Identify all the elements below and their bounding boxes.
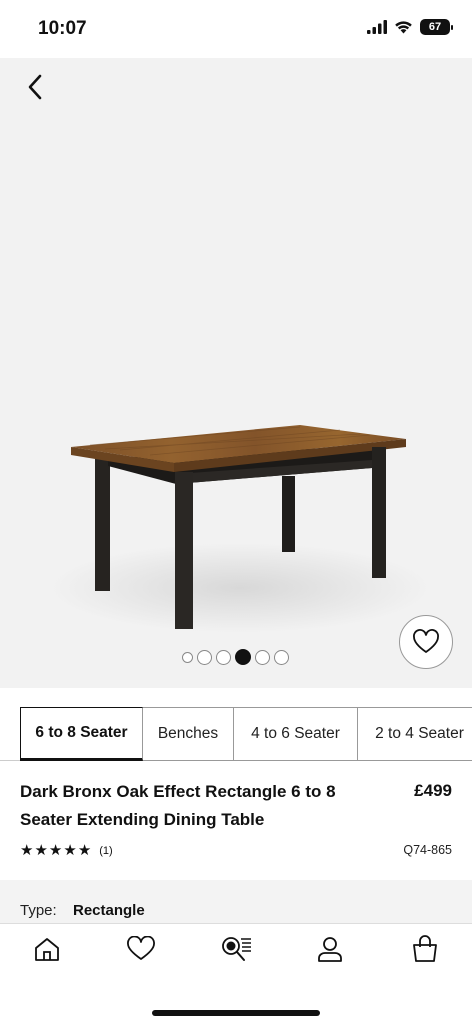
nav-wishlist[interactable] bbox=[124, 934, 158, 964]
gallery-dot[interactable] bbox=[216, 649, 231, 665]
heart-icon bbox=[127, 936, 155, 960]
chevron-left-icon bbox=[28, 74, 42, 100]
wifi-icon bbox=[395, 21, 412, 34]
gallery-dot[interactable] bbox=[182, 651, 193, 663]
home-icon bbox=[35, 938, 59, 961]
battery-icon: 67 bbox=[420, 19, 453, 35]
dining-table-image bbox=[50, 425, 430, 633]
product-title-line-1: Dark Bronx Oak Effect Rectangle 6 to 8 bbox=[20, 782, 336, 801]
product-title-line-2: Seater Extending Dining Table bbox=[20, 810, 265, 829]
gallery-dot-active[interactable] bbox=[235, 649, 251, 665]
variant-tabs: 6 to 8 Seater Benches 4 to 6 Seater 2 to… bbox=[20, 707, 472, 761]
nav-account[interactable] bbox=[313, 934, 347, 964]
gallery-dot[interactable] bbox=[197, 649, 212, 665]
nav-bag[interactable] bbox=[408, 934, 442, 964]
bottom-navigation bbox=[0, 923, 472, 1024]
tab-4-to-6-seater[interactable]: 4 to 6 Seater bbox=[234, 707, 358, 761]
star-icon: ★ bbox=[63, 842, 77, 859]
signal-icon bbox=[367, 20, 387, 34]
tab-6-to-8-seater[interactable]: 6 to 8 Seater bbox=[20, 707, 143, 761]
user-icon bbox=[318, 937, 342, 962]
product-details: Type: Rectangle bbox=[0, 880, 472, 924]
star-icon: ★ bbox=[48, 842, 63, 859]
search-list-icon bbox=[222, 937, 251, 961]
heart-icon bbox=[413, 629, 439, 653]
star-icon: ★ bbox=[77, 842, 92, 859]
product-gallery[interactable] bbox=[0, 58, 472, 688]
home-indicator[interactable] bbox=[152, 1010, 320, 1016]
shopping-bag-icon bbox=[413, 935, 437, 962]
nav-search[interactable] bbox=[219, 934, 253, 964]
back-button[interactable] bbox=[20, 72, 50, 102]
product-price: £499 bbox=[414, 781, 452, 800]
gallery-dot[interactable] bbox=[255, 649, 270, 665]
product-title: Dark Bronx Oak Effect Rectangle 6 to 8 S… bbox=[20, 778, 360, 834]
gallery-dot[interactable] bbox=[274, 649, 289, 665]
star-icon: ★ bbox=[34, 842, 48, 859]
gallery-pagination bbox=[182, 649, 289, 665]
product-rating[interactable]: ★ ★ ★ ★ ★ (1) bbox=[20, 843, 113, 858]
product-sku: Q74-865 bbox=[403, 843, 452, 857]
status-time: 10:07 bbox=[38, 18, 87, 39]
type-label: Type: bbox=[20, 902, 57, 919]
type-value: Rectangle bbox=[73, 902, 145, 919]
star-icon: ★ bbox=[20, 842, 34, 859]
tab-2-to-4-seater[interactable]: 2 to 4 Seater bbox=[358, 707, 472, 761]
tab-benches[interactable]: Benches bbox=[143, 707, 234, 761]
add-to-wishlist-button[interactable] bbox=[399, 615, 453, 669]
status-icons: 67 bbox=[367, 19, 453, 35]
nav-home[interactable] bbox=[30, 934, 64, 964]
review-count[interactable]: (1) bbox=[99, 845, 112, 857]
status-bar: 10:07 67 bbox=[0, 0, 472, 58]
